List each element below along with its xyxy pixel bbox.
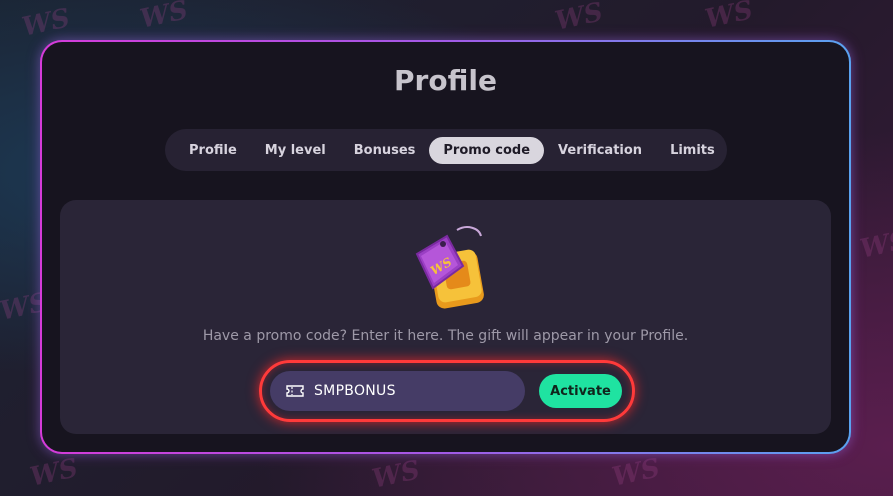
tab-verification[interactable]: Verification [544,137,656,164]
promo-instructions: Have a promo code? Enter it here. The gi… [202,328,689,344]
background-logo: WS [369,455,423,495]
background-logo: WS [137,0,191,35]
background-logo: WS [609,453,663,493]
tab-promo-code[interactable]: Promo code [429,136,545,164]
profile-modal: Profile Profile My level Bonuses Promo c… [40,40,851,454]
tab-limits[interactable]: Limits [656,137,729,164]
promo-code-form: SMPBONUS Activate [259,360,635,422]
background-logo: WS [552,0,606,37]
promo-code-input[interactable]: SMPBONUS [270,371,525,411]
background-logo: WS [27,453,81,493]
tab-bonuses[interactable]: Bonuses [340,137,430,164]
activate-button[interactable]: Activate [539,374,622,408]
background-logo: WS [702,0,756,35]
profile-tabs: Profile My level Bonuses Promo code Veri… [165,129,727,171]
background-logo: WS [19,3,73,43]
gift-tag-icon: WS [415,226,484,309]
tab-profile[interactable]: Profile [175,137,251,164]
background-logo: WS [857,225,893,265]
promo-code-value: SMPBONUS [314,383,396,399]
promo-code-panel: WS Have a promo code? Enter it here. The… [60,200,831,434]
ticket-icon [286,385,304,397]
page-title: Profile [394,64,497,97]
tab-my-level[interactable]: My level [251,137,340,164]
